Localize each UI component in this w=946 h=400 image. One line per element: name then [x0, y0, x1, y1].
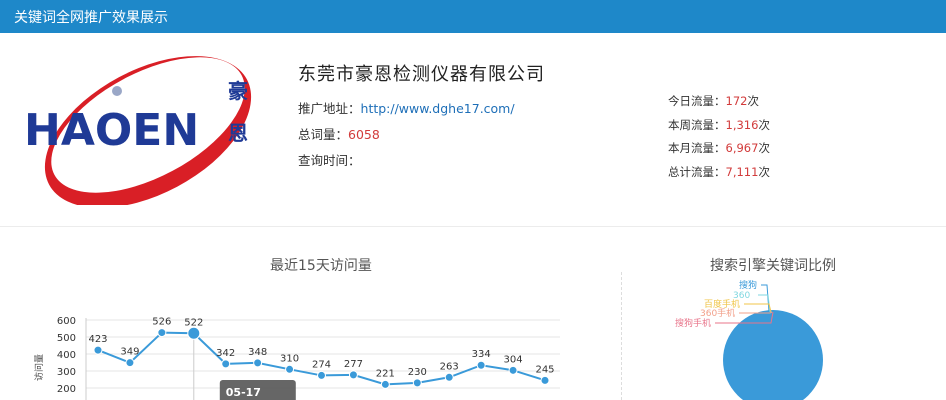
stat-label: 总计流量： — [668, 165, 726, 179]
url-row: 推广地址：http://www.dghe17.com/ — [298, 98, 515, 117]
stat-unit: 次 — [758, 141, 770, 155]
query-time-row: 查询时间： — [298, 150, 361, 169]
stat-month: 本月流量：6,967次 — [668, 140, 770, 156]
data-point — [221, 359, 231, 369]
page-title: 关键词全网推广效果展示 — [14, 10, 168, 26]
data-point — [348, 370, 358, 380]
tooltip-label: 05-17 — [226, 386, 261, 399]
data-label: 221 — [376, 368, 395, 379]
stat-unit: 次 — [758, 165, 770, 179]
y-tick-label: 400 — [57, 350, 76, 361]
y-tick-label: 300 — [57, 367, 76, 378]
keywords-label: 总词量： — [298, 127, 349, 142]
data-label: 334 — [472, 349, 491, 360]
logo-text: HAOEN — [24, 105, 199, 156]
data-label: 349 — [120, 347, 139, 358]
stat-unit: 次 — [758, 118, 770, 132]
data-point — [253, 358, 263, 368]
company-name: 东莞市豪恩检测仪器有限公司 — [298, 64, 545, 85]
data-point — [380, 379, 390, 389]
stat-today: 今日流量：172次 — [668, 93, 759, 109]
stat-value: 1,316 — [725, 118, 759, 132]
data-point — [125, 358, 135, 368]
pie-label: 搜狗 — [739, 279, 757, 291]
stat-week: 本周流量：1,316次 — [668, 117, 770, 133]
data-point — [157, 328, 167, 338]
keywords-value: 6058 — [348, 127, 380, 142]
query-time-label: 查询时间： — [298, 153, 361, 168]
y-tick-label: 600 — [57, 316, 76, 327]
keywords-row: 总词量：6058 — [298, 124, 380, 143]
pie-leader-line — [761, 284, 770, 313]
data-point — [540, 375, 550, 385]
stat-value: 172 — [725, 94, 748, 108]
data-label: 245 — [535, 364, 554, 375]
data-label: 263 — [440, 361, 459, 372]
data-label: 304 — [504, 354, 523, 365]
data-label: 342 — [216, 348, 235, 359]
url-label: 推广地址： — [298, 101, 361, 116]
data-label: 274 — [312, 359, 331, 370]
data-label: 526 — [152, 317, 171, 328]
header-bar: 关键词全网推广效果展示 — [0, 0, 946, 33]
y-axis-label: 访问量 — [33, 354, 45, 381]
data-point — [285, 364, 295, 374]
data-label: 277 — [344, 359, 363, 370]
data-label: 348 — [248, 347, 267, 358]
pie-label: 360手机 — [700, 307, 735, 319]
company-url-link[interactable]: http://www.dghe17.com/ — [361, 101, 515, 116]
data-point — [508, 365, 518, 375]
y-tick-label: 500 — [57, 333, 76, 344]
stat-value: 7,111 — [725, 165, 759, 179]
company-logo: HAOEN 豪恩 — [24, 56, 252, 205]
data-point — [93, 345, 103, 355]
data-point — [412, 378, 422, 388]
pie-label: 搜狗手机 — [675, 317, 711, 329]
data-label: 522 — [184, 317, 203, 328]
data-label: 423 — [88, 334, 107, 345]
line-chart[interactable]: 200 300 400 500 600 访问量 423 349 526 522 342 348 310 2… — [0, 260, 600, 400]
stat-label: 本月流量： — [668, 141, 726, 155]
stat-value: 6,967 — [725, 141, 759, 155]
data-point — [444, 372, 454, 382]
data-label: 310 — [280, 353, 299, 364]
data-label: 230 — [408, 367, 427, 378]
stat-unit: 次 — [747, 94, 759, 108]
data-point — [476, 360, 486, 370]
pie-chart[interactable]: 搜狗360百度手机360手机搜狗手机 — [622, 260, 942, 400]
data-point — [317, 370, 326, 380]
stat-label: 今日流量： — [668, 94, 726, 108]
data-point — [187, 326, 201, 340]
y-tick-label: 200 — [57, 384, 76, 395]
stat-label: 本周流量： — [668, 118, 726, 132]
section-divider — [0, 226, 946, 227]
stat-total: 总计流量：7,111次 — [668, 164, 770, 180]
